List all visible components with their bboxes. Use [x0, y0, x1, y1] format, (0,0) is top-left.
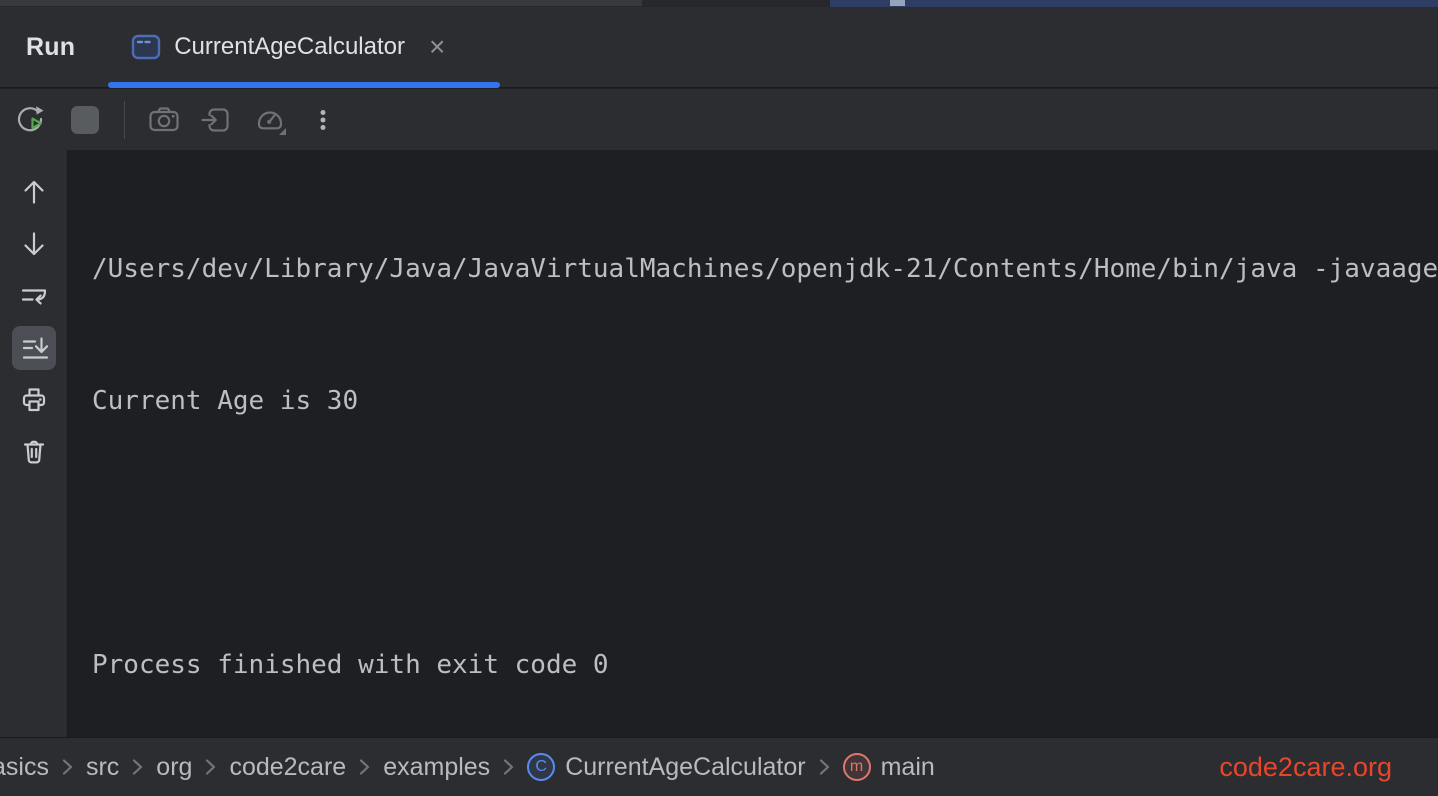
tab-current-age-calculator[interactable]: CurrentAgeCalculator × [131, 7, 445, 87]
rerun-button[interactable] [15, 103, 49, 137]
profiler-button[interactable] [253, 103, 287, 137]
breadcrumb-item-org[interactable]: org [156, 753, 192, 782]
breadcrumb-item-src[interactable]: src [86, 753, 119, 782]
chevron-right-icon [359, 758, 370, 776]
console-line: Process finished with exit code 0 [92, 643, 1438, 687]
editor-edge-segment [0, 0, 642, 6]
toolbar-separator [124, 101, 125, 139]
run-panel-header: Run CurrentAgeCalculator × [0, 7, 1438, 88]
clear-console-button[interactable] [12, 430, 56, 474]
console-sidebar [0, 150, 68, 737]
breadcrumb-item-code2care[interactable]: code2care [229, 753, 346, 782]
scroll-to-end-icon [18, 332, 50, 364]
console-area: /Users/dev/Library/Java/JavaVirtualMachi… [0, 150, 1438, 737]
arrow-up-icon [18, 176, 50, 208]
chevron-right-icon [62, 758, 73, 776]
chevron-right-icon [132, 758, 143, 776]
console-tab-icon [131, 34, 161, 60]
console-line [92, 511, 1438, 555]
attach-profiler-icon [200, 103, 234, 137]
arrow-down-icon [18, 228, 50, 260]
soft-wrap-button[interactable] [12, 274, 56, 318]
console-output: /Users/dev/Library/Java/JavaVirtualMachi… [68, 150, 1438, 737]
chevron-right-icon [205, 758, 216, 776]
breadcrumb-class-label: CurrentAgeCalculator [565, 753, 805, 782]
up-stacktrace-button[interactable] [12, 170, 56, 214]
console-line: Current Age is 30 [92, 379, 1438, 423]
scroll-to-end-button[interactable] [12, 326, 56, 370]
breadcrumb-bar: asics src org code2care examples C Curre… [0, 737, 1438, 796]
stop-icon [68, 103, 102, 137]
watermark-text: code2care.org [1219, 752, 1392, 783]
print-icon [18, 384, 50, 416]
console-line: /Users/dev/Library/Java/JavaVirtualMachi… [92, 247, 1438, 291]
method-icon: m [843, 753, 871, 781]
rerun-icon [15, 103, 49, 137]
attach-to-process-button[interactable] [200, 103, 234, 137]
clear-trash-icon [18, 436, 50, 468]
stop-button[interactable] [68, 103, 102, 137]
editor-edge-strip [0, 0, 1438, 7]
editor-edge-selection [830, 0, 1438, 7]
run-tool-window: Run CurrentAgeCalculator × [0, 0, 1438, 796]
more-options-kebab-icon [306, 103, 340, 137]
class-icon: C [527, 753, 555, 781]
active-tab-underline [108, 82, 500, 88]
dropdown-corner-icon [279, 128, 286, 135]
soft-wrap-icon [18, 280, 50, 312]
breadcrumb-method-label: main [881, 753, 935, 782]
breadcrumb-item-method[interactable]: m main [843, 753, 935, 782]
panel-title: Run [26, 33, 75, 62]
breadcrumb-item-class[interactable]: C CurrentAgeCalculator [527, 753, 805, 782]
tab-close-icon[interactable]: × [429, 33, 445, 61]
editor-edge-caret [890, 0, 905, 6]
down-stacktrace-button[interactable] [12, 222, 56, 266]
breadcrumb-item-basics[interactable]: asics [0, 753, 49, 782]
chevron-right-icon [503, 758, 514, 776]
chevron-right-icon [819, 758, 830, 776]
print-console-button[interactable] [12, 378, 56, 422]
more-options-button[interactable] [306, 103, 340, 137]
camera-snapshot-icon [147, 103, 181, 137]
run-toolbar [0, 89, 1438, 150]
memory-snapshot-button[interactable] [147, 103, 181, 137]
tab-label: CurrentAgeCalculator [174, 33, 405, 61]
breadcrumb-item-examples[interactable]: examples [383, 753, 490, 782]
